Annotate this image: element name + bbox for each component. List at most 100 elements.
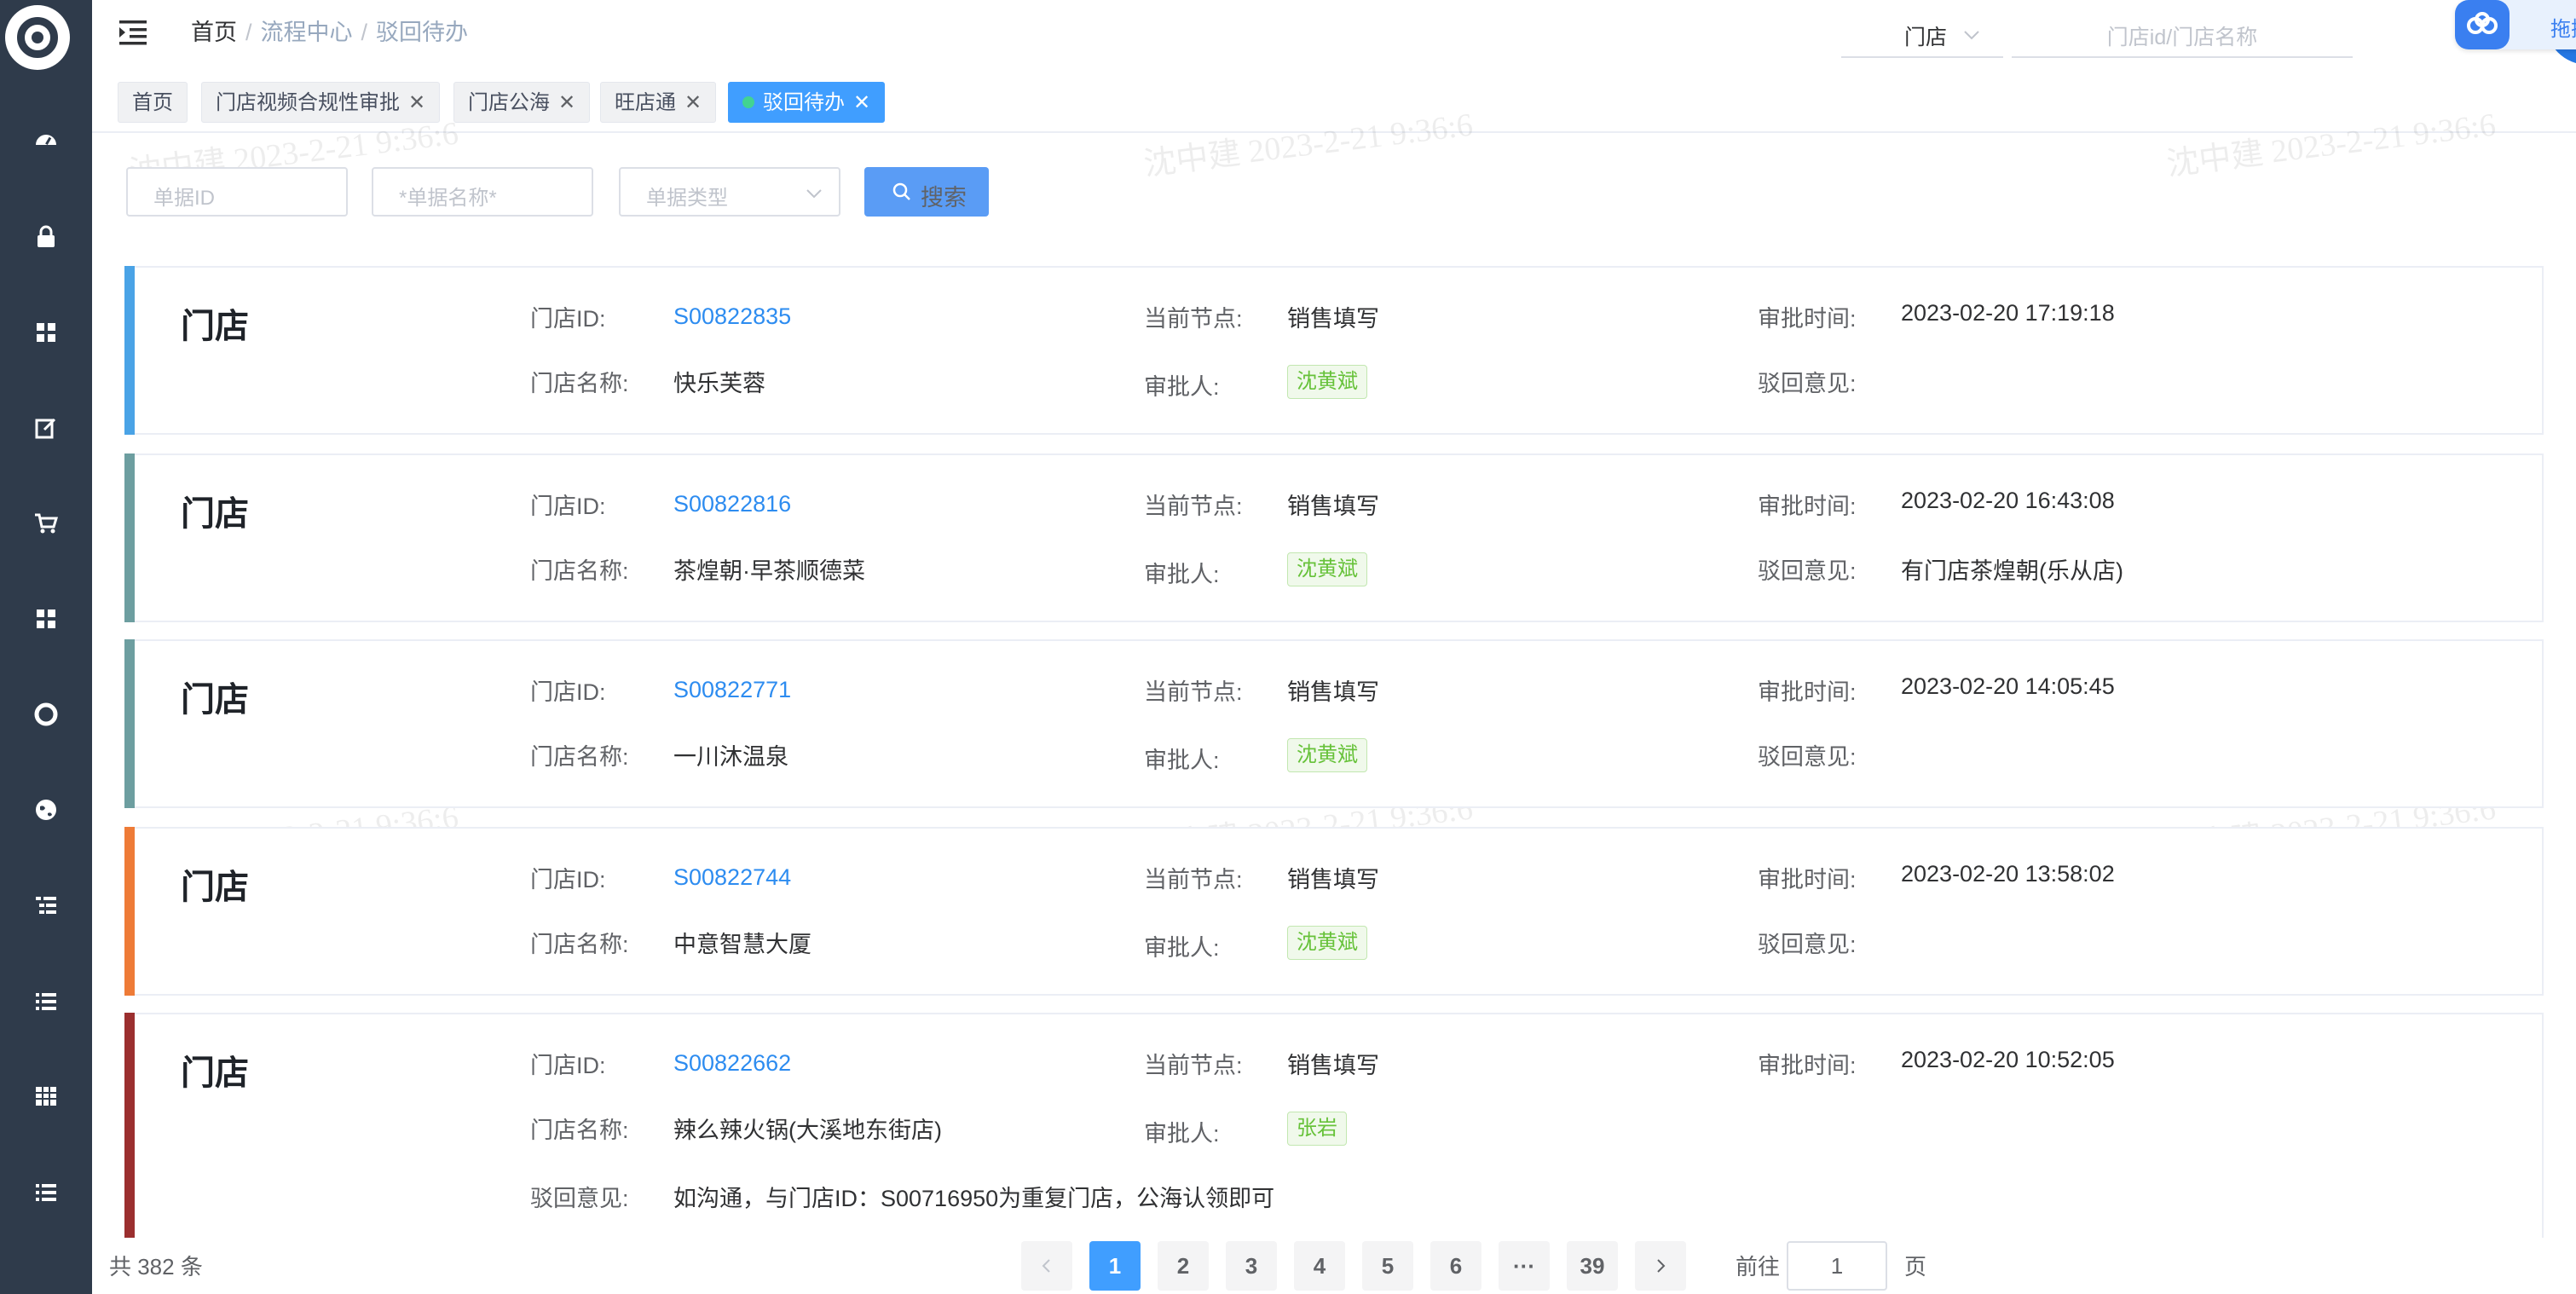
approve-time-value: 2023-02-20 13:58:02 [1901, 861, 2115, 887]
breadcrumb-process-center[interactable]: 流程中心 [261, 20, 353, 45]
record-card[interactable]: 门店 门店ID: S00822771 门店名称: 一川沐温泉 当前节点: 销售填… [124, 639, 2544, 808]
edit-icon[interactable] [32, 414, 60, 442]
apps-icon[interactable] [32, 605, 60, 633]
page-button[interactable]: 4 [1294, 1241, 1345, 1291]
store-name-value: 茶煌朝·早茶顺德菜 [673, 558, 865, 584]
grid-icon[interactable] [32, 319, 60, 346]
tag-label: 旺店通 [615, 91, 676, 114]
store-id-label: 门店ID: [530, 1053, 606, 1078]
record-card[interactable]: 门店 门店ID: S00822816 门店名称: 茶煌朝·早茶顺德菜 当前节点:… [124, 453, 2544, 622]
record-card[interactable]: 门店 门店ID: S00822835 门店名称: 快乐芙蓉 当前节点: 销售填写… [124, 266, 2544, 435]
card-title: 门店 [181, 495, 249, 533]
reject-opinion-label: 驳回意见: [1758, 558, 1857, 584]
doc-type-placeholder: 单据类型 [646, 187, 728, 210]
chevron-down-icon [1961, 24, 1983, 46]
store-id-link[interactable]: S00822744 [673, 864, 791, 891]
tag-video-compliance[interactable]: 门店视频合规性审批 ✕ [201, 82, 441, 123]
tags-view: 首页 门店视频合规性审批 ✕ 门店公海 ✕ 旺店通 ✕ 驳回待办 ✕ [92, 66, 2576, 133]
approver-label: 审批人: [1144, 1121, 1220, 1147]
menu-toggle-icon[interactable] [118, 17, 152, 48]
current-node-value: 销售填写 [1287, 867, 1379, 893]
doc-name-input[interactable]: *单据名称* [372, 167, 593, 217]
dashboard-icon[interactable] [32, 126, 60, 153]
chevron-left-icon [1042, 1259, 1050, 1273]
cart-icon[interactable] [32, 510, 60, 537]
search-button[interactable]: 搜索 [864, 167, 989, 217]
page-button[interactable]: 1 [1089, 1241, 1141, 1291]
reject-opinion-label: 驳回意见: [1758, 371, 1857, 396]
close-icon[interactable]: ✕ [558, 91, 575, 114]
current-node-value: 销售填写 [1287, 306, 1379, 332]
goto-page-input[interactable]: 1 [1787, 1241, 1887, 1291]
store-id-link[interactable]: S00822816 [673, 491, 791, 517]
drag-upload-widget[interactable]: 拖拽上传 [2455, 0, 2576, 49]
approver-badge: 沈黄斌 [1287, 365, 1367, 399]
tree-list-icon[interactable] [32, 892, 60, 919]
close-icon[interactable]: ✕ [853, 91, 870, 114]
close-icon[interactable]: ✕ [408, 91, 425, 114]
store-search-input[interactable]: 门店id/门店名称 [2012, 12, 2353, 58]
tag-store-pool[interactable]: 门店公海 ✕ [453, 82, 591, 123]
record-card[interactable]: 门店 门店ID: S00822744 门店名称: 中意智慧大厦 当前节点: 销售… [124, 827, 2544, 996]
tag-wangdiantong[interactable]: 旺店通 ✕ [600, 82, 717, 123]
table-icon[interactable] [32, 1083, 60, 1110]
doc-id-placeholder: 单据ID [153, 187, 215, 210]
current-node-value: 销售填写 [1287, 494, 1379, 519]
globe-icon[interactable] [32, 796, 60, 823]
page-button[interactable]: 2 [1158, 1241, 1209, 1291]
current-node-value: 销售填写 [1287, 1053, 1379, 1078]
goto-prefix: 前往 [1736, 1254, 1781, 1280]
doc-type-select[interactable]: 单据类型 [619, 167, 840, 217]
record-card[interactable]: 门店 门店ID: S00822662 门店名称: 辣么辣火锅(大溪地东街店) 当… [124, 1013, 2544, 1253]
store-id-label: 门店ID: [530, 679, 606, 705]
upload-label: 拖拽上传 [2550, 18, 2576, 41]
store-search-placeholder: 门店id/门店名称 [2106, 26, 2258, 49]
doc-name-placeholder: *单据名称* [399, 187, 497, 210]
store-id-link[interactable]: S00822771 [673, 677, 791, 703]
doc-id-input[interactable]: 单据ID [126, 167, 348, 217]
active-dot-icon [742, 95, 754, 108]
more-pages-button[interactable]: ··· [1499, 1241, 1550, 1291]
page-button[interactable]: 6 [1430, 1241, 1481, 1291]
tag-reject-todo[interactable]: 驳回待办 ✕ [728, 82, 886, 123]
menu-list-icon[interactable] [32, 1178, 60, 1205]
breadcrumb-home[interactable]: 首页 [191, 20, 237, 45]
store-name-label: 门店名称: [530, 558, 629, 584]
store-name-label: 门店名称: [530, 1118, 629, 1143]
store-name-value: 一川沐温泉 [673, 744, 788, 770]
store-type-select[interactable]: 门店 [1841, 12, 2003, 58]
search-icon [892, 182, 910, 200]
prev-page-button[interactable] [1021, 1241, 1072, 1291]
approve-time-value: 2023-02-20 16:43:08 [1901, 488, 2115, 513]
card-title: 门店 [181, 308, 249, 345]
store-id-link[interactable]: S00822835 [673, 303, 791, 330]
breadcrumb: 首页 / 流程中心 / 驳回待办 [191, 20, 469, 45]
current-node-label: 当前节点: [1144, 494, 1243, 519]
card-title: 门店 [181, 1054, 249, 1092]
page-button[interactable]: 5 [1362, 1241, 1413, 1291]
approver-label: 审批人: [1144, 562, 1220, 587]
store-name-value: 快乐芙蓉 [673, 371, 765, 396]
card-color-bar [124, 266, 135, 435]
close-icon[interactable]: ✕ [684, 91, 702, 114]
store-name-label: 门店名称: [530, 371, 629, 396]
store-name-value: 中意智慧大厦 [673, 932, 811, 957]
cloud-icon [2455, 0, 2510, 49]
approve-time-value: 2023-02-20 14:05:45 [1901, 673, 2115, 699]
next-page-button[interactable] [1635, 1241, 1686, 1291]
lifebuoy-icon[interactable] [32, 701, 60, 728]
store-name-label: 门店名称: [530, 932, 629, 957]
page-button[interactable]: 39 [1567, 1241, 1618, 1291]
list-icon[interactable] [32, 987, 60, 1014]
tag-label: 驳回待办 [763, 91, 845, 114]
page-button[interactable]: 3 [1226, 1241, 1277, 1291]
pagination-bar: 共 382 条 1 2 3 4 5 6 ··· 39 前往 1 页 [92, 1238, 2576, 1294]
tag-home[interactable]: 首页 [118, 82, 188, 123]
goto-suffix: 页 [1904, 1254, 1927, 1280]
lock-icon[interactable] [32, 223, 60, 251]
tag-label: 门店公海 [468, 91, 550, 114]
approve-time-value: 2023-02-20 10:52:05 [1901, 1047, 2115, 1072]
reject-opinion-label: 驳回意见: [1758, 932, 1857, 957]
store-id-link[interactable]: S00822662 [673, 1050, 791, 1077]
current-node-value: 销售填写 [1287, 679, 1379, 705]
